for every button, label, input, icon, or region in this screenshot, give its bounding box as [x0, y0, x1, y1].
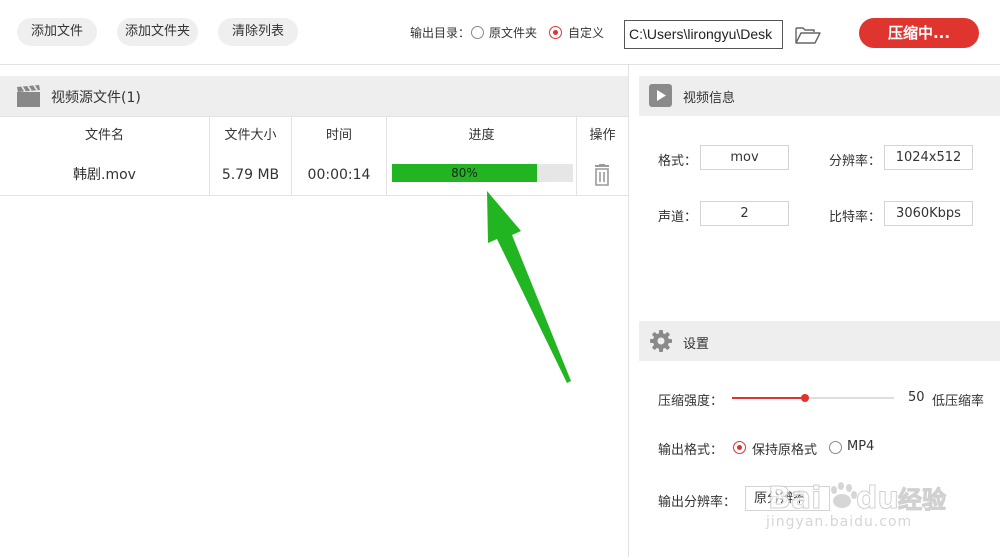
output-resolution-label: 输出分辨率：	[658, 495, 737, 510]
folder-open-icon[interactable]	[794, 24, 822, 46]
source-files-header: 视频源文件(1)	[0, 76, 628, 116]
resolution-label: 分辨率：	[829, 154, 882, 169]
baidu-jingyan-watermark: Bai du 经验 jingyan.baidu.com	[760, 476, 960, 536]
format-value: mov	[700, 145, 789, 170]
add-file-button[interactable]: 添加文件	[17, 18, 97, 46]
add-folder-button[interactable]: 添加文件夹	[117, 18, 198, 46]
compression-strength-value: 50	[908, 390, 925, 405]
col-file-name[interactable]: 文件名	[0, 117, 209, 155]
radio-custom[interactable]	[549, 26, 562, 39]
col-action: 操作	[589, 128, 616, 143]
file-name-cell: 韩剧.mov	[73, 167, 136, 183]
file-table-header: 文件名 文件大小 时间 进度 操作	[0, 116, 628, 156]
file-size-cell: 5.79 MB	[221, 167, 280, 183]
video-info-title: 视频信息	[683, 91, 736, 106]
radio-keep-format[interactable]	[733, 441, 746, 454]
svg-text:du: du	[856, 481, 899, 516]
settings-title: 设置	[683, 337, 710, 352]
progress-label: 80%	[451, 166, 478, 180]
option-source-folder-label[interactable]: 原文件夹	[489, 24, 537, 41]
trash-icon[interactable]	[592, 164, 612, 186]
slider-thumb[interactable]	[800, 394, 809, 402]
channel-value: 2	[700, 201, 789, 226]
col-progress[interactable]: 进度	[387, 117, 576, 155]
watermark-brand: 经验	[898, 486, 947, 515]
settings-header: 设置	[639, 321, 1000, 361]
radio-source-folder[interactable]	[471, 26, 484, 39]
progress-bar: 80%	[392, 164, 573, 182]
output-format-label: 输出格式：	[658, 443, 724, 458]
video-info-header: 视频信息	[639, 76, 1000, 116]
bitrate-label: 比特率：	[829, 210, 882, 225]
svg-text:Bai: Bai	[768, 481, 821, 516]
video-clapper-icon	[16, 84, 42, 108]
compression-strength-hint: 低压缩率	[932, 394, 985, 409]
source-files-title: 视频源文件(1)	[51, 90, 141, 106]
bitrate-value: 3060Kbps	[884, 201, 973, 226]
keep-format-label[interactable]: 保持原格式	[752, 439, 817, 458]
channel-label: 声道：	[658, 210, 698, 225]
col-file-size[interactable]: 文件大小	[210, 117, 291, 155]
compression-strength-slider[interactable]	[732, 394, 894, 402]
option-custom-label[interactable]: 自定义	[568, 24, 604, 41]
resolution-value: 1024x512	[884, 145, 973, 170]
output-dir-label: 输出目录：	[410, 26, 471, 40]
col-time[interactable]: 时间	[292, 117, 386, 155]
watermark-url: jingyan.baidu.com	[766, 514, 913, 530]
toolbar: 添加文件 添加文件夹 清除列表 输出目录： 原文件夹 自定义 C:\Users\…	[0, 0, 1000, 65]
clear-list-button[interactable]: 清除列表	[218, 18, 298, 46]
play-icon	[649, 84, 672, 107]
output-path-input[interactable]: C:\Users\lirongyu\Desk	[624, 20, 783, 49]
time-cell: 00:00:14	[307, 167, 371, 183]
mp4-label[interactable]: MP4	[847, 439, 874, 454]
compression-strength-label: 压缩强度：	[658, 394, 724, 409]
slider-fill	[732, 397, 805, 399]
gear-icon	[649, 329, 673, 353]
panel-divider	[628, 64, 629, 557]
radio-mp4[interactable]	[829, 441, 842, 454]
annotation-arrow	[487, 191, 571, 383]
compress-button[interactable]: 压缩中...	[859, 18, 979, 48]
format-label: 格式：	[658, 154, 698, 169]
